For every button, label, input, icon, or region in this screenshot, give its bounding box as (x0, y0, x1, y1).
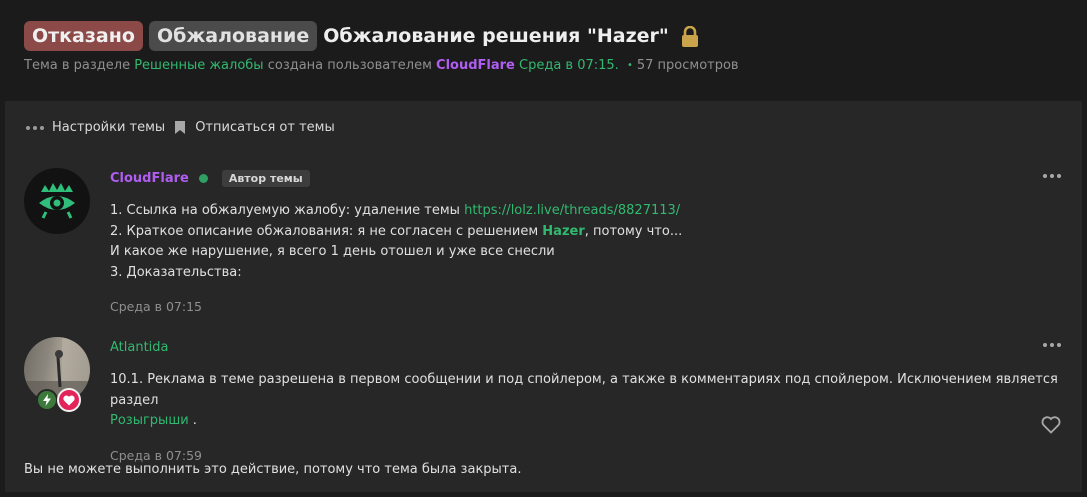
avatar[interactable] (24, 337, 90, 403)
post-text: 10.1. Реклама в теме разрешена в первом … (110, 372, 1058, 408)
thread-meta: Тема в разделе Решенные жалобы создана п… (24, 58, 1087, 73)
views-count: 57 просмотров (636, 58, 739, 73)
thread-time[interactable]: Среда в 07:15. (519, 58, 619, 73)
separator-dot: • (626, 60, 633, 71)
meta-created-by: создана пользователем (267, 58, 432, 73)
section-link[interactable]: Розыгрыши (110, 413, 189, 428)
bolt-icon (36, 389, 58, 411)
closed-notice: Вы не можете выполнить это действие, пот… (24, 462, 522, 477)
more-dots-icon[interactable] (1043, 343, 1061, 347)
post-text: . (188, 413, 197, 428)
post-text: 2. Краткое описание обжалования: я не со… (110, 223, 543, 239)
thread-toolbar: Настройки темы Отписаться от темы (26, 120, 345, 135)
more-dots-icon (26, 125, 44, 130)
post-body: 1. Ссылка на обжалуемую жалобу: удаление… (110, 201, 1062, 283)
author-link[interactable]: CloudFlare (436, 58, 515, 73)
post-line: 1. Ссылка на обжалуемую жалобу: удаление… (110, 201, 1062, 222)
post-body: 10.1. Реклама в теме разрешена в первом … (110, 370, 1062, 432)
post-date[interactable]: Среда в 07:15 (110, 299, 1062, 314)
post-author: Atlantida (110, 337, 1062, 357)
post-line: И какое же нарушение, я всего 1 день ото… (110, 244, 555, 259)
post-date[interactable]: Среда в 07:59 (110, 448, 1062, 463)
post-author: CloudFlare Автор темы (110, 168, 1062, 188)
username-link[interactable]: CloudFlare (110, 171, 189, 186)
status-badge[interactable]: Отказано (24, 21, 143, 51)
user-mention[interactable]: Hazer (542, 224, 584, 239)
section-link[interactable]: Решенные жалобы (134, 58, 263, 73)
thread-settings-label: Настройки темы (52, 120, 166, 135)
avatar-photo (24, 337, 90, 403)
post-content: Atlantida 10.1. Реклама в теме разрешена… (110, 337, 1062, 463)
online-indicator (198, 173, 208, 183)
post-line: 3. Доказательства: (110, 264, 242, 280)
thread-settings-button[interactable]: Настройки темы (26, 120, 165, 135)
lock-icon (681, 26, 698, 47)
post-text: 1. Ссылка на обжалуемую жалобу: удаление… (110, 203, 465, 218)
meta-prefix: Тема в разделе (24, 58, 131, 73)
page-title: Обжалование решения "Hazer" (323, 25, 669, 47)
thread-link[interactable]: https://lolz.live/threads/8827113/ (464, 203, 680, 218)
more-dots-icon[interactable] (1043, 174, 1061, 178)
like-heart-icon[interactable] (1041, 416, 1061, 434)
prefix-badge[interactable]: Обжалование (148, 21, 318, 51)
post-line: 2. Краткое описание обжалования: я не со… (110, 222, 1062, 243)
post-content: CloudFlare Автор темы 1. Ссылка на обжал… (110, 168, 1062, 314)
author-badge: Автор темы (221, 169, 310, 187)
title-row: Отказано Обжалование Обжалование решения… (24, 20, 1087, 52)
heart-icon (57, 388, 81, 412)
avatar[interactable] (24, 168, 90, 234)
post-text: , потому что... (584, 223, 683, 239)
unsubscribe-button[interactable]: Отписаться от темы (175, 120, 335, 135)
eye-logo-icon (39, 183, 75, 219)
bookmark-icon (175, 121, 186, 134)
unsubscribe-label: Отписаться от темы (195, 120, 335, 135)
thread-header: Отказано Обжалование Обжалование решения… (24, 20, 1087, 73)
username-link[interactable]: Atlantida (110, 340, 169, 355)
thread-main: Настройки темы Отписаться от темы CloudF… (5, 101, 1082, 492)
